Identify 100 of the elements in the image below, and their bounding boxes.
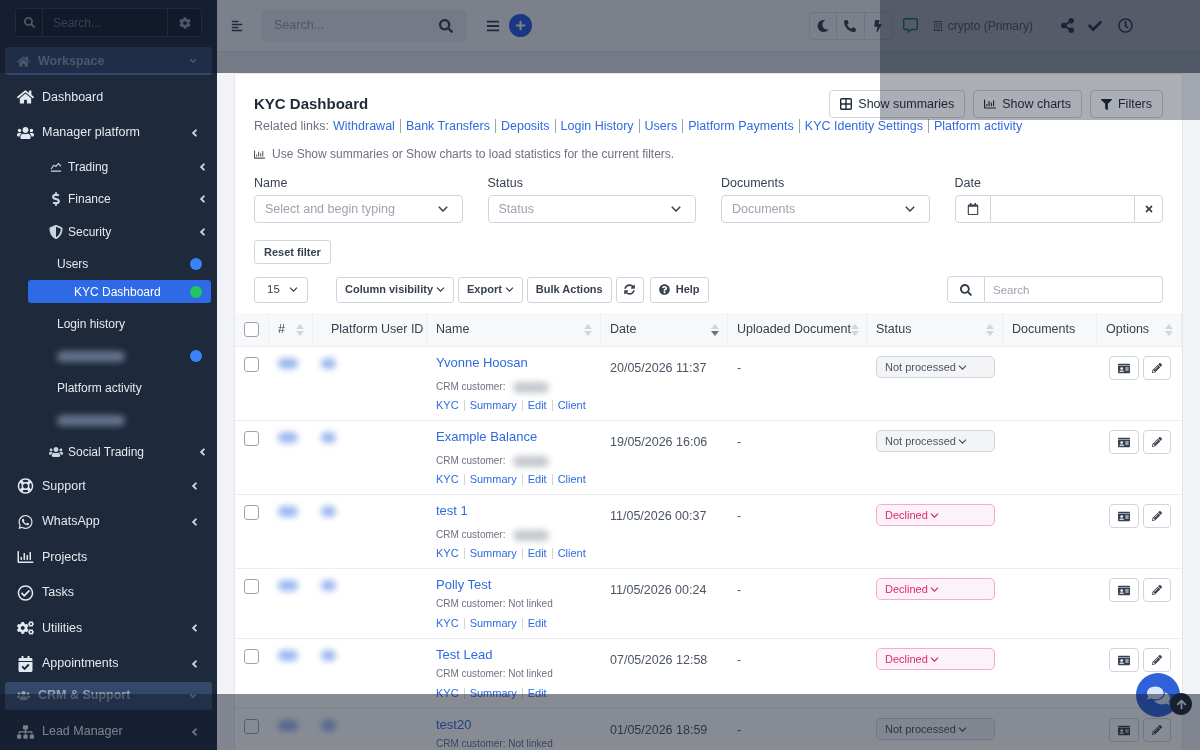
sidebar-item[interactable]: Finance — [0, 183, 217, 216]
dropdown-button[interactable]: Export — [458, 276, 523, 303]
sidebar-item[interactable]: Projects — [0, 539, 217, 575]
bolt-button[interactable] — [864, 11, 893, 40]
related-link[interactable]: KYC Identity Settings — [804, 116, 923, 136]
name-link[interactable]: Example Balance — [436, 428, 538, 446]
dropdown-button[interactable]: Column visibility — [336, 276, 454, 303]
help-button[interactable]: Help — [649, 276, 709, 303]
edit-button[interactable] — [1143, 356, 1171, 380]
row-link[interactable]: Client — [557, 396, 586, 414]
edit-button[interactable] — [1143, 430, 1171, 454]
checkbox[interactable] — [244, 322, 259, 337]
edit-button[interactable] — [1143, 578, 1171, 602]
related-link[interactable]: Bank Transfers — [405, 116, 490, 136]
id-card-button[interactable] — [1109, 356, 1139, 380]
sidebar-item[interactable]: Security — [0, 215, 217, 248]
sidebar-item[interactable]: Appointments — [0, 646, 217, 682]
sidebar-item[interactable]: Manager platform — [0, 115, 217, 151]
checkbox[interactable] — [244, 719, 259, 734]
action-button[interactable]: Show charts — [973, 90, 1082, 118]
row-link[interactable]: KYC — [436, 396, 459, 414]
status-select[interactable]: Declined — [876, 504, 995, 526]
sort-icon[interactable] — [711, 323, 719, 336]
toolbar-button[interactable]: Bulk Actions — [526, 276, 612, 303]
row-link[interactable]: Summary — [469, 470, 517, 488]
name-link[interactable]: Test Lead — [436, 646, 493, 664]
related-link[interactable]: Withdrawal — [333, 116, 395, 136]
row-link[interactable]: Edit — [527, 470, 547, 488]
scroll-top-button[interactable] — [1170, 693, 1192, 715]
select-field[interactable]: Select and begin typing — [254, 195, 463, 223]
edit-button[interactable] — [1143, 504, 1171, 528]
date-input[interactable] — [990, 195, 1134, 223]
id-card-button[interactable] — [1109, 430, 1139, 454]
id-card-button[interactable] — [1109, 718, 1139, 742]
name-link[interactable]: test20 — [436, 716, 472, 734]
row-link[interactable]: KYC — [436, 614, 459, 632]
related-link[interactable]: Platform activity — [933, 116, 1023, 136]
sidebar-item[interactable]: Trading — [0, 150, 217, 183]
status-select[interactable]: Not processed — [876, 356, 995, 378]
chevron-down-icon — [504, 287, 514, 292]
sidebar-item[interactable]: Support — [0, 468, 217, 504]
related-link[interactable]: Platform Payments — [688, 116, 794, 136]
select-field[interactable]: Documents — [721, 195, 930, 223]
sidebar-item[interactable]: Utilities — [0, 610, 217, 646]
status-select[interactable]: Not processed — [876, 718, 995, 740]
row-link[interactable]: Summary — [469, 614, 517, 632]
sidebar-item[interactable]: Social Trading — [0, 436, 217, 469]
related-link[interactable]: Deposits — [500, 116, 550, 136]
action-button[interactable]: Show summaries — [829, 90, 966, 118]
sidebar-item[interactable]: KYC Dashboard — [28, 280, 211, 303]
sidebar-toggle-button[interactable] — [231, 19, 243, 32]
sidebar-item[interactable]: Dashboard — [0, 79, 217, 115]
row-link[interactable]: Edit — [527, 544, 547, 562]
search-button[interactable] — [947, 276, 985, 303]
row-link[interactable]: Summary — [469, 684, 517, 702]
id-card-button[interactable] — [1109, 648, 1139, 672]
checkbox[interactable] — [244, 505, 259, 520]
edit-button[interactable] — [1143, 648, 1171, 672]
document-text: - — [737, 583, 742, 597]
row-link[interactable]: KYC — [436, 544, 459, 562]
sidebar-item[interactable]: Tasks — [0, 575, 217, 611]
related-link[interactable]: Users — [644, 116, 678, 136]
sidebar-item[interactable]: Login history — [0, 308, 217, 340]
row-link[interactable]: Summary — [469, 396, 517, 414]
row-link[interactable]: Edit — [527, 396, 547, 414]
row-link[interactable]: Client — [557, 470, 586, 488]
calendar-button[interactable] — [954, 195, 991, 223]
checkbox[interactable] — [244, 431, 259, 446]
theme-button[interactable] — [808, 11, 837, 40]
related-link[interactable]: Login History — [560, 116, 634, 136]
status-select[interactable]: Declined — [876, 578, 995, 600]
action-button[interactable]: Filters — [1089, 90, 1163, 118]
sidebar-item[interactable]: Platform activity — [0, 372, 217, 404]
select-field[interactable]: Status — [487, 195, 696, 223]
row-link[interactable]: Client — [557, 544, 586, 562]
clear-button[interactable] — [1134, 195, 1163, 223]
refresh-button[interactable] — [615, 276, 644, 303]
settings-button[interactable] — [167, 8, 202, 37]
id-card-button[interactable] — [1109, 504, 1139, 528]
name-link[interactable]: test 1 — [436, 502, 468, 520]
checkbox[interactable] — [244, 357, 259, 372]
sidebar-item[interactable]: Users — [0, 248, 217, 280]
row-link[interactable]: Edit — [527, 614, 547, 632]
checkbox[interactable] — [244, 579, 259, 594]
edit-button[interactable] — [1143, 718, 1171, 742]
sidebar-item[interactable]: WhatsApp — [0, 504, 217, 540]
menu-button[interactable] — [486, 18, 500, 33]
reset-filter-button[interactable]: Reset filter — [254, 240, 331, 264]
name-link[interactable]: Yvonne Hoosan — [436, 354, 528, 372]
phone-button[interactable] — [836, 11, 865, 40]
checkbox[interactable] — [244, 649, 259, 664]
status-select[interactable]: Not processed — [876, 430, 995, 452]
page-size-select[interactable]: 15 — [254, 276, 308, 303]
row-link[interactable]: KYC — [436, 470, 459, 488]
status-select[interactable]: Declined — [876, 648, 995, 670]
id-card-button[interactable] — [1109, 578, 1139, 602]
add-button[interactable] — [509, 14, 532, 37]
row-link[interactable]: Summary — [469, 544, 517, 562]
name-link[interactable]: Polly Test — [436, 576, 492, 594]
sidebar-item[interactable]: Lead Manager — [0, 714, 217, 750]
